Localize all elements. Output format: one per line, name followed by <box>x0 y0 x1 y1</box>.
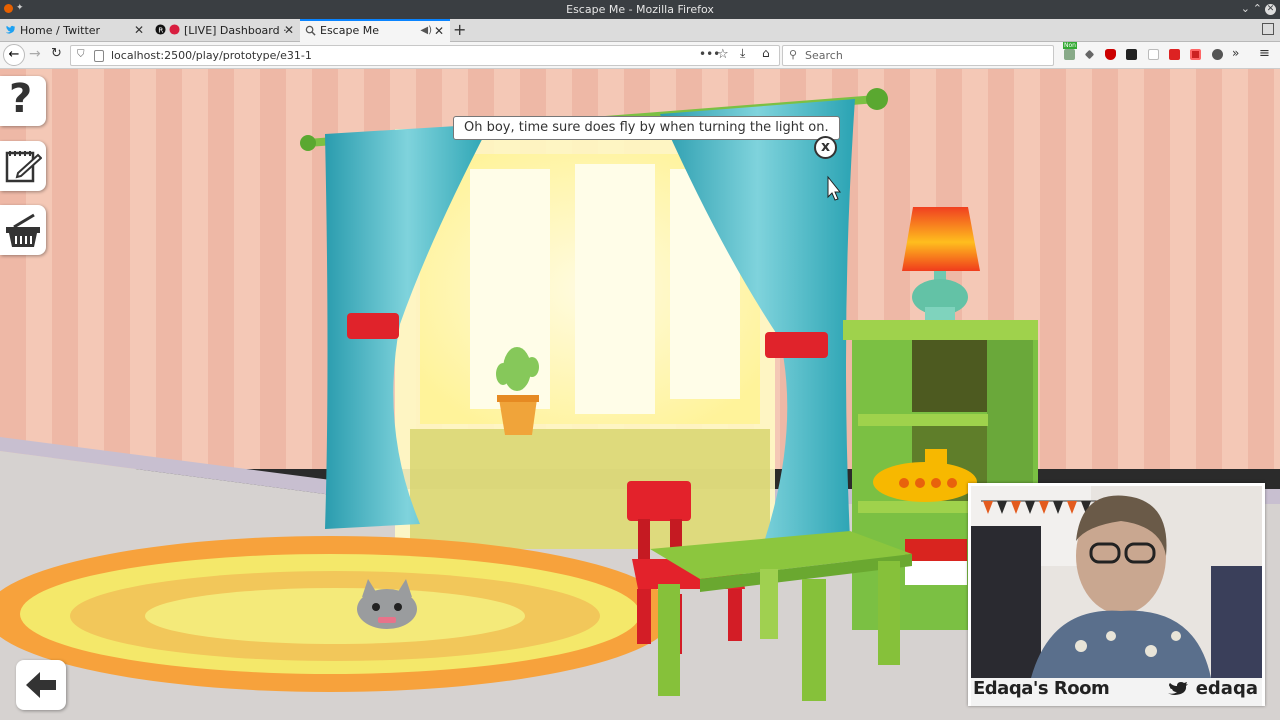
url-bar[interactable]: ⛉ localhost:2500/play/prototype/e31-1 ••… <box>70 45 780 66</box>
window-titlebar: ✦ Escape Me - Mozilla Firefox ⌄ ⌃ ✕ <box>0 0 1280 19</box>
new-tab-button[interactable]: + <box>453 19 466 41</box>
ublock-shield-icon[interactable] <box>1105 49 1116 60</box>
more-tools-icon[interactable]: » <box>1232 46 1239 60</box>
tab-label: Home / Twitter <box>20 24 101 37</box>
window-panel-middle <box>575 164 655 414</box>
home-icon[interactable]: ⌂ <box>762 46 770 60</box>
close-window-icon[interactable]: ✕ <box>1265 4 1276 15</box>
tracking-shield-icon[interactable]: ⛉ <box>77 49 85 60</box>
back-arrow-button[interactable] <box>16 660 66 710</box>
red-square-extension-icon[interactable] <box>1190 49 1201 60</box>
noscript-extension-icon[interactable]: Non <box>1063 42 1077 60</box>
speaker-icon[interactable]: ◀) <box>420 21 432 41</box>
left-curtain-tieback <box>347 313 399 339</box>
dark-extension-icon[interactable] <box>1212 49 1223 60</box>
tab-strip: Home / Twitter ✕ R [LIVE] Dashboard · ✕ … <box>0 19 1280 42</box>
window-title: Escape Me - Mozilla Firefox <box>566 3 714 16</box>
tab-label: Escape Me <box>320 24 379 37</box>
basket-icon <box>6 213 40 247</box>
webcam-overlay: Edaqa's Room edaqa <box>968 483 1265 706</box>
search-icon <box>305 25 316 36</box>
downloads-icon[interactable]: ⤓ <box>740 46 745 61</box>
toy-piano <box>905 539 967 585</box>
background-chair <box>1211 566 1262 678</box>
game-viewport[interactable]: ? Oh boy, time sure does fly by when tur… <box>0 69 1280 720</box>
extension-badge: Non <box>1063 42 1077 49</box>
notes-button[interactable] <box>0 141 46 191</box>
twitter-bird-icon <box>1168 682 1189 695</box>
tab-label: [LIVE] Dashboard · <box>184 24 287 37</box>
forward-button[interactable]: → <box>29 46 41 62</box>
menu-hamburger-icon[interactable]: ≡ <box>1259 46 1270 61</box>
arrow-left-icon <box>26 672 56 698</box>
tab-dashboard[interactable]: R [LIVE] Dashboard · ✕ <box>150 19 300 42</box>
tab-escape-me[interactable]: Escape Me ◀) ✕ <box>300 19 450 42</box>
extension-icon[interactable] <box>1084 49 1095 60</box>
close-tab-icon[interactable]: ✕ <box>284 19 294 42</box>
twitter-icon <box>5 25 16 34</box>
dialog-close-button[interactable]: x <box>814 136 837 159</box>
svg-text:R: R <box>158 25 163 34</box>
search-bar[interactable]: ⚲ Search <box>782 45 1054 66</box>
webcam-caption: Edaqa's Room edaqa <box>971 678 1262 706</box>
close-tab-icon[interactable]: ✕ <box>134 19 144 42</box>
restream-icon: R <box>155 24 166 35</box>
twitter-handle: edaqa <box>1167 678 1258 699</box>
minimize-icon[interactable]: ⌄ <box>1241 2 1250 15</box>
question-mark-icon: ? <box>9 76 33 122</box>
stream-room-name: Edaqa's Room <box>973 678 1110 699</box>
inventory-button[interactable] <box>0 205 46 255</box>
live-dot-icon <box>169 24 180 35</box>
round-rug <box>0 536 675 692</box>
url-text: localhost:2500/play/prototype/e31-1 <box>111 49 312 62</box>
search-placeholder: Search <box>805 49 843 62</box>
tab-overflow-icon[interactable] <box>1262 23 1274 35</box>
blank-extension-icon[interactable] <box>1148 49 1159 60</box>
tab-twitter[interactable]: Home / Twitter ✕ <box>0 19 150 42</box>
maximize-icon[interactable]: ⌃ <box>1253 2 1262 15</box>
red-extension-icon[interactable] <box>1169 49 1180 60</box>
close-tab-icon[interactable]: ✕ <box>434 21 444 41</box>
right-curtain-tieback <box>765 332 828 358</box>
bookmark-star-icon[interactable]: ☆ <box>717 47 729 62</box>
grid-extension-icon[interactable] <box>1126 49 1137 60</box>
twitter-handle-text: edaqa <box>1195 678 1258 699</box>
help-button[interactable]: ? <box>0 76 46 126</box>
page-info-icon[interactable] <box>94 50 104 62</box>
reload-button[interactable]: ↻ <box>51 46 62 61</box>
back-button[interactable]: ← <box>3 44 25 66</box>
window-sill-light <box>410 429 770 549</box>
dialog-message: Oh boy, time sure does fly by when turni… <box>453 116 840 140</box>
search-icon: ⚲ <box>789 48 798 61</box>
navigation-toolbar: ← → ↻ ⛉ localhost:2500/play/prototype/e3… <box>0 42 1280 69</box>
webcam-video <box>971 486 1262 678</box>
office-chair <box>971 526 1041 678</box>
notepad-pencil-icon <box>5 151 42 183</box>
